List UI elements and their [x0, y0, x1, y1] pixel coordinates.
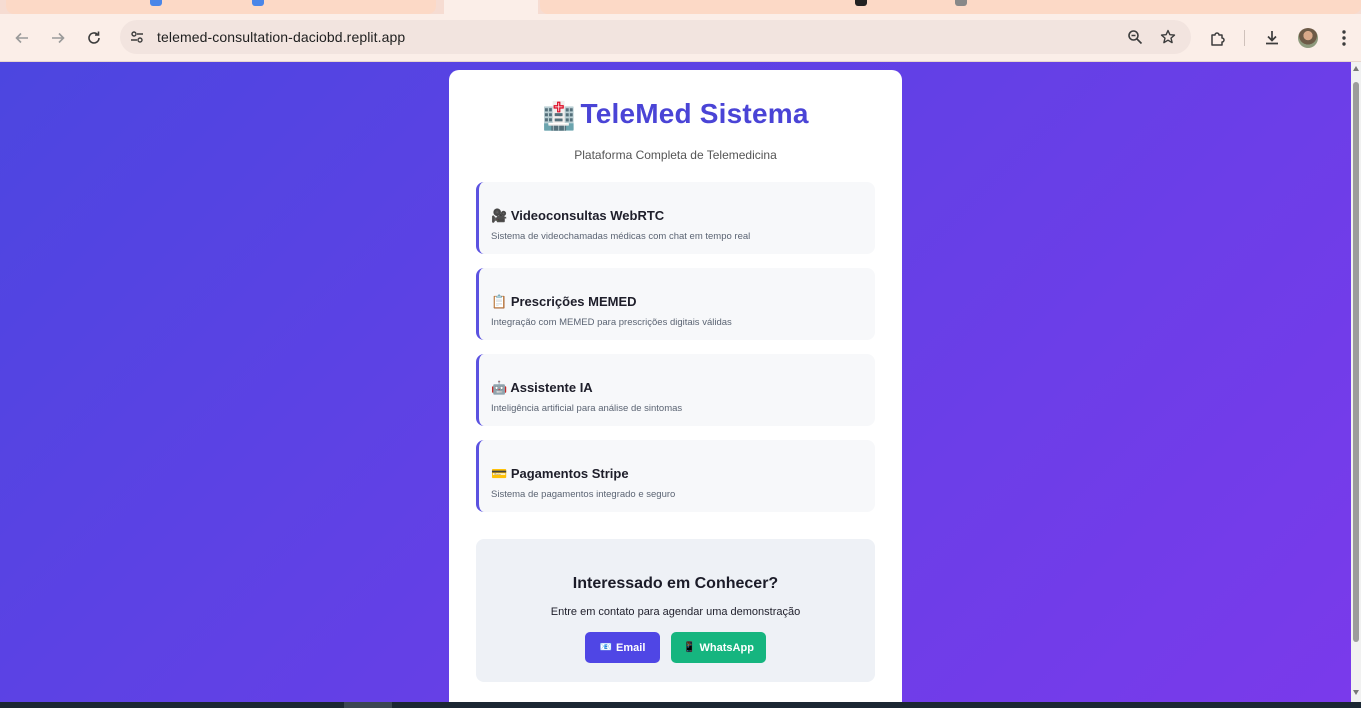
feature-title-row: 🤖 Assistente IA [491, 380, 593, 396]
feature-title: Prescrições MEMED [510, 294, 637, 309]
url-text[interactable]: telemed-consultation-daciobd.replit.app [157, 29, 405, 45]
avatar [1298, 28, 1318, 48]
tune-icon [131, 31, 143, 43]
feature-card-payments: 💳 Pagamentos Stripe Sistema de pagamento… [476, 440, 875, 512]
address-bar[interactable]: telemed-consultation-daciobd.replit.app [120, 20, 1191, 54]
main-card: 🏥 TeleMed Sistema Plataforma Completa de… [449, 70, 902, 708]
page-viewport: 🏥 TeleMed Sistema Plataforma Completa de… [0, 62, 1351, 708]
tab-strip [0, 0, 1361, 14]
feature-card-prescriptions: 📋 Prescrições MEMED Integração com MEMED… [476, 268, 875, 340]
tab[interactable] [6, 0, 436, 14]
scrollbar-thumb[interactable] [1353, 82, 1359, 642]
os-taskbar [0, 702, 1361, 708]
phone-icon: 📱 [683, 642, 696, 653]
forward-button[interactable] [46, 26, 70, 50]
browser-toolbar: telemed-consultation-daciobd.replit.app [0, 14, 1361, 62]
email-button-label: Email [616, 641, 646, 654]
star-icon [1160, 29, 1176, 44]
download-icon [1266, 31, 1278, 45]
tab-active[interactable] [444, 0, 538, 14]
more-vertical-icon [1342, 30, 1346, 46]
email-button[interactable]: 📧 Email [585, 632, 660, 663]
scroll-down-arrow[interactable] [1353, 690, 1359, 695]
arrow-left-icon [15, 32, 28, 44]
zoom-icon [1128, 30, 1143, 45]
feature-title: Pagamentos Stripe [510, 466, 629, 481]
profile-button[interactable] [1296, 26, 1320, 50]
taskbar-item[interactable] [344, 702, 392, 708]
bookmark-button[interactable] [1158, 27, 1178, 47]
back-button[interactable] [10, 26, 34, 50]
extensions-button[interactable] [1206, 26, 1230, 50]
browser-menu-button[interactable] [1332, 26, 1356, 50]
site-info-button[interactable] [127, 27, 147, 47]
feature-description: Sistema de pagamentos integrado e seguro [491, 489, 676, 500]
tab-favicon [855, 0, 867, 6]
clipboard-icon: 📋 [491, 294, 508, 309]
whatsapp-button[interactable]: 📱 WhatsApp [671, 632, 766, 663]
page-header: 🏥 TeleMed Sistema [449, 98, 902, 132]
feature-title-row: 📋 Prescrições MEMED [491, 294, 637, 310]
feature-title-row: 💳 Pagamentos Stripe [491, 466, 629, 482]
tab-favicon [955, 0, 967, 6]
contact-text: Entre em contato para agendar uma demons… [550, 606, 801, 618]
scroll-up-arrow[interactable] [1353, 66, 1359, 71]
feature-card-video: 🎥 Videoconsultas WebRTC Sistema de video… [476, 182, 875, 254]
reload-button[interactable] [82, 26, 106, 50]
contact-title: Interessado em Conhecer? [572, 575, 779, 592]
puzzle-icon [1211, 32, 1225, 46]
envelope-icon: 📧 [599, 642, 613, 653]
hospital-icon: 🏥 [542, 101, 577, 131]
feature-title: Videoconsultas WebRTC [510, 208, 665, 223]
whatsapp-button-label: WhatsApp [699, 641, 754, 654]
page-title: TeleMed Sistema [580, 98, 809, 129]
feature-title: Assistente IA [510, 380, 593, 395]
video-camera-icon: 🎥 [491, 208, 508, 223]
toolbar-divider [1244, 30, 1245, 46]
feature-description: Sistema de videochamadas médicas com cha… [491, 231, 751, 242]
feature-card-ai: 🤖 Assistente IA Inteligência artificial … [476, 354, 875, 426]
arrow-right-icon [52, 32, 65, 44]
credit-card-icon: 💳 [491, 466, 508, 481]
feature-description: Integração com MEMED para prescrições di… [491, 317, 732, 328]
tab-favicon [252, 0, 264, 6]
page-subtitle: Plataforma Completa de Telemedicina [574, 148, 777, 162]
reload-icon [88, 31, 100, 44]
tab[interactable] [540, 0, 1361, 14]
downloads-button[interactable] [1260, 26, 1284, 50]
feature-title-row: 🎥 Videoconsultas WebRTC [491, 208, 664, 224]
tab-favicon [150, 0, 162, 6]
zoom-button[interactable] [1125, 27, 1145, 47]
page-scrollbar[interactable] [1351, 62, 1361, 702]
contact-section: Interessado em Conhecer? Entre em contat… [476, 539, 875, 682]
feature-description: Inteligência artificial para análise de … [491, 403, 683, 414]
robot-icon: 🤖 [491, 380, 508, 395]
